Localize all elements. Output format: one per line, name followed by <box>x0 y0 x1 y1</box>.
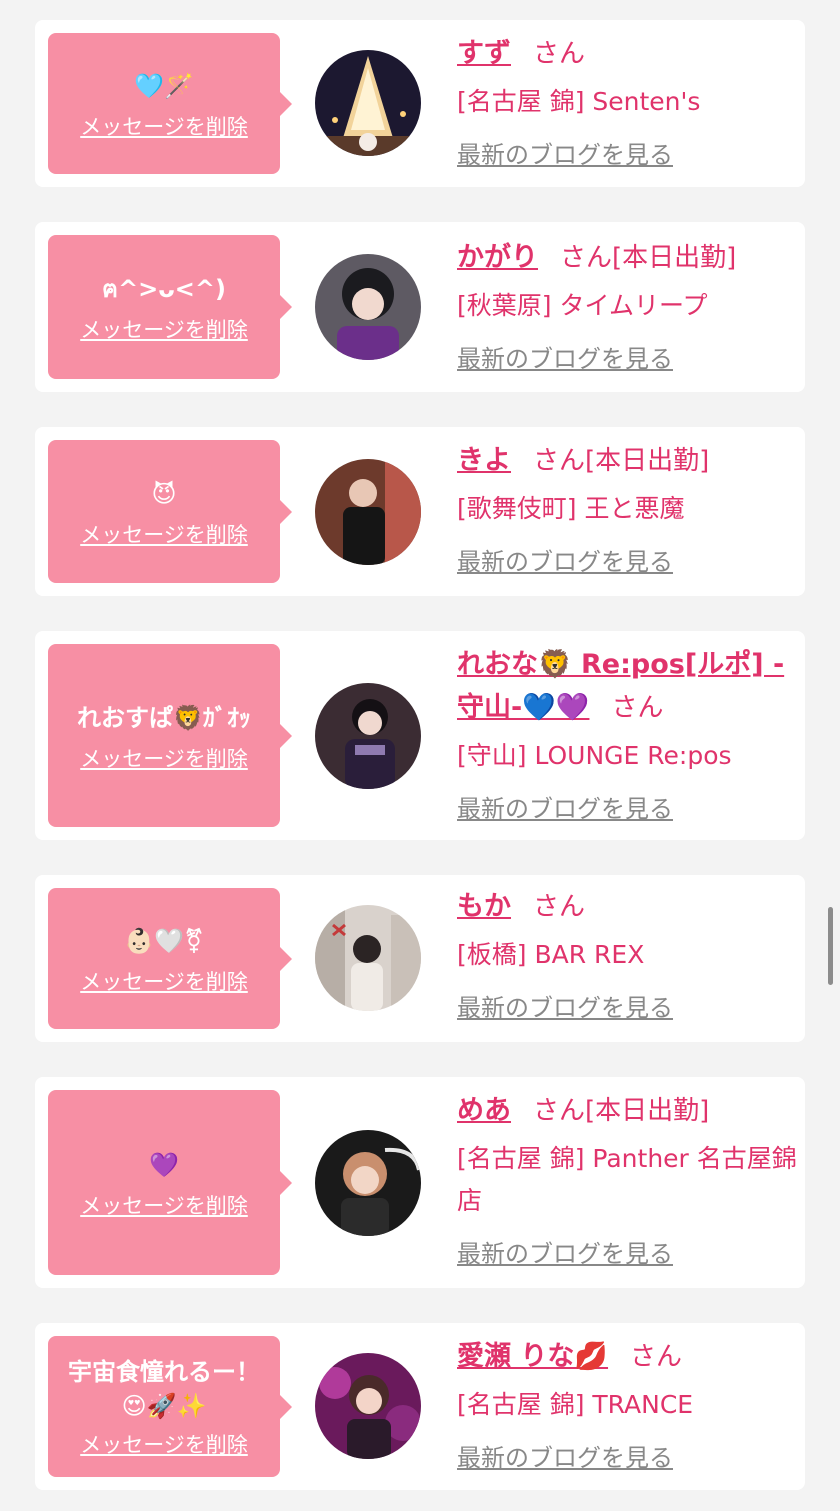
delete-message-link[interactable]: メッセージを削除 <box>80 314 248 344</box>
work-status: [本日出勤] <box>612 243 737 273</box>
message-bubble: 🩵🪄 メッセージを削除 <box>48 33 292 174</box>
shop-name: [歌舞伎町] 王と悪魔 <box>457 494 685 523</box>
message-bubble: れおすぱ🦁ｶﾞｵｯ メッセージを削除 <box>48 644 292 827</box>
honorific: さん <box>611 693 664 723</box>
message-bubble: 宇宙食憧れるー！😍🚀✨ メッセージを削除 <box>48 1336 292 1477</box>
honorific: さん <box>533 39 586 69</box>
honorific: さん <box>630 1342 683 1372</box>
entry-info: きよ さん[本日出勤] [歌舞伎町] 王と悪魔 最新のブログを見る <box>457 441 797 577</box>
message-text: ฅ^>ᴗ<^) <box>102 275 226 303</box>
latest-blog-link[interactable]: 最新のブログを見る <box>457 789 673 824</box>
message-text: れおすぱ🦁ｶﾞｵｯ <box>77 703 251 732</box>
latest-blog-link[interactable]: 最新のブログを見る <box>457 988 673 1023</box>
entry-info: れおな🦁 Re:pos[ルポ] -守山-💙💜 さん [守山] LOUNGE Re:… <box>457 645 797 824</box>
delete-message-link[interactable]: メッセージを削除 <box>80 519 248 549</box>
message-bubble: 💜 メッセージを削除 <box>48 1090 292 1275</box>
shop-name: [守山] LOUNGE Re:pos <box>457 741 732 770</box>
cast-name-link[interactable]: きよ <box>457 445 511 476</box>
latest-blog-link[interactable]: 最新のブログを見る <box>457 1438 673 1473</box>
avatar[interactable] <box>315 683 421 789</box>
list-item: 👶🏻🤍⚧ メッセージを削除 もか さん [板橋] BAR REX 最新のブログを見… <box>35 875 805 1042</box>
delete-message-link[interactable]: メッセージを削除 <box>80 1429 248 1459</box>
cast-name-link[interactable]: 愛瀬 りな💋 <box>457 1341 608 1372</box>
list-item: 💜 メッセージを削除 めあ さん[本日出勤] [名古屋 錦] Panther 名古… <box>35 1077 805 1288</box>
cast-name-link[interactable]: かがり <box>457 242 538 273</box>
honorific: さん <box>533 1096 586 1126</box>
shop-name: [名古屋 錦] Panther 名古屋錦店 <box>457 1144 797 1215</box>
message-text: 宇宙食憧れるー！😍🚀✨ <box>68 1357 260 1420</box>
entry-info: すず さん [名古屋 錦] Senten's 最新のブログを見る <box>457 34 797 170</box>
latest-blog-link[interactable]: 最新のブログを見る <box>457 135 673 170</box>
list-item: 🩵🪄 メッセージを削除 すず さん [名古屋 錦] Senten's 最新のブログ… <box>35 20 805 187</box>
work-status: [本日出勤] <box>585 1096 710 1126</box>
list-item: れおすぱ🦁ｶﾞｵｯ メッセージを削除 れおな🦁 Re:pos[ルポ] -守山-💙… <box>35 631 805 840</box>
cast-name-link[interactable]: もか <box>457 891 511 922</box>
delete-message-link[interactable]: メッセージを削除 <box>80 1190 248 1220</box>
latest-blog-link[interactable]: 最新のブログを見る <box>457 542 673 577</box>
delete-message-link[interactable]: メッセージを削除 <box>80 743 248 773</box>
entry-info: めあ さん[本日出勤] [名古屋 錦] Panther 名古屋錦店 最新のブログを… <box>457 1091 797 1269</box>
message-bubble: 👶🏻🤍⚧ メッセージを削除 <box>48 888 292 1029</box>
honorific: さん <box>533 892 586 922</box>
shop-name: [板橋] BAR REX <box>457 940 645 969</box>
avatar[interactable] <box>315 50 421 156</box>
cast-name-link[interactable]: めあ <box>457 1095 511 1126</box>
message-text: 🩵🪄 <box>134 71 194 100</box>
avatar[interactable] <box>315 1353 421 1459</box>
cast-name-link[interactable]: すず <box>457 38 511 69</box>
entry-info: もか さん [板橋] BAR REX 最新のブログを見る <box>457 887 797 1023</box>
message-text: 😈 <box>151 479 177 508</box>
delete-message-link[interactable]: メッセージを削除 <box>80 966 248 996</box>
message-text: 👶🏻🤍⚧ <box>124 926 204 955</box>
work-status: [本日出勤] <box>585 446 710 476</box>
list-item: 😈 メッセージを削除 きよ さん[本日出勤] [歌舞伎町] 王と悪魔 最新のブログ… <box>35 427 805 596</box>
entry-info: 愛瀬 りな💋 さん [名古屋 錦] TRANCE 最新のブログを見る <box>457 1337 797 1473</box>
message-bubble: 😈 メッセージを削除 <box>48 440 292 583</box>
latest-blog-link[interactable]: 最新のブログを見る <box>457 339 673 374</box>
entry-info: かがり さん[本日出勤] [秋葉原] タイムリープ 最新のブログを見る <box>457 238 797 374</box>
list-item: ฅ^>ᴗ<^) メッセージを削除 かがり さん[本日出勤] [秋葉原] タイムリー… <box>35 222 805 392</box>
delete-message-link[interactable]: メッセージを削除 <box>80 111 248 141</box>
shop-name: [名古屋 錦] TRANCE <box>457 1390 694 1419</box>
shop-name: [秋葉原] タイムリープ <box>457 291 708 320</box>
shop-name: [名古屋 錦] Senten's <box>457 87 701 116</box>
scrollbar[interactable] <box>828 907 833 985</box>
honorific: さん <box>533 446 586 476</box>
avatar[interactable] <box>315 254 421 360</box>
message-bubble: ฅ^>ᴗ<^) メッセージを削除 <box>48 235 292 379</box>
avatar[interactable] <box>315 1130 421 1236</box>
latest-blog-link[interactable]: 最新のブログを見る <box>457 1234 673 1269</box>
avatar[interactable] <box>315 459 421 565</box>
avatar[interactable] <box>315 905 421 1011</box>
list-item: 宇宙食憧れるー！😍🚀✨ メッセージを削除 愛瀬 りな💋 さん [名古屋 錦] TR… <box>35 1323 805 1490</box>
honorific: さん <box>560 243 613 273</box>
message-text: 💜 <box>149 1150 179 1179</box>
